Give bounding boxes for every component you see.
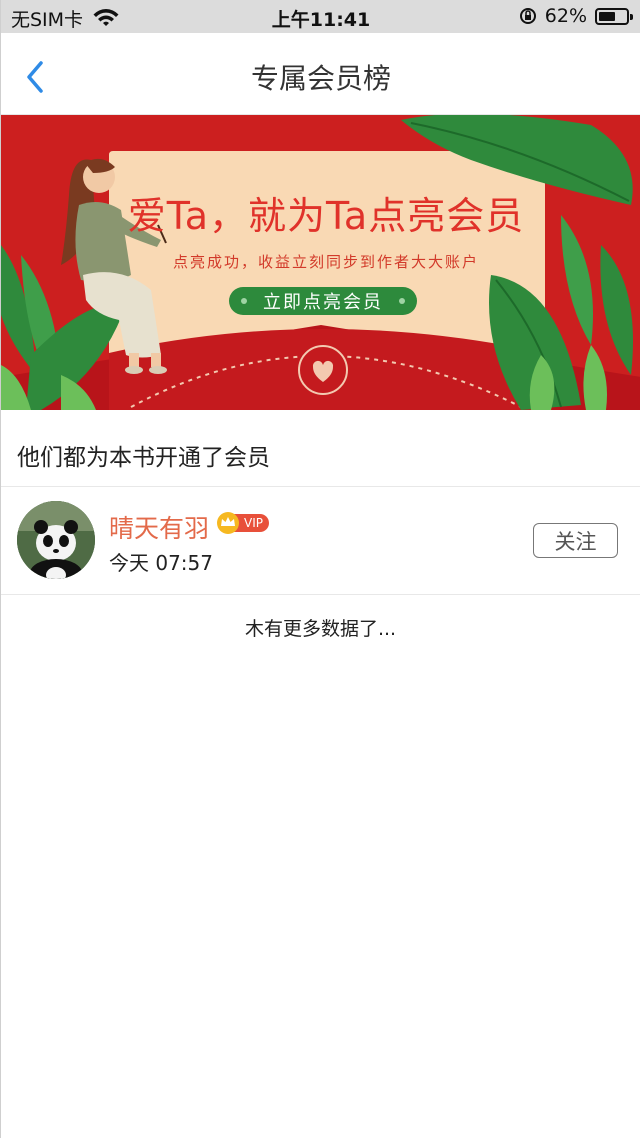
section-title: 他们都为本书开通了会员	[17, 445, 270, 471]
battery-level	[599, 11, 616, 21]
avatar[interactable]	[17, 501, 95, 579]
navigation-bar: 专属会员榜	[1, 33, 640, 115]
battery-percent: 62%	[544, 5, 587, 27]
screen: 无SIM卡 上午11:41 62% 专属会员榜 爱Ta，就为Ta点亮会员 点亮成…	[0, 0, 640, 1138]
follow-button[interactable]: 关注	[533, 523, 618, 558]
vip-badge: VIP	[216, 511, 270, 535]
page-title: 专属会员榜	[250, 62, 391, 95]
member-name[interactable]: 晴天有羽	[109, 509, 209, 545]
member-list-item[interactable]: 晴天有羽 VIP 今天 07:57 关注	[1, 487, 640, 595]
cta-dot-left	[241, 298, 247, 304]
orientation-lock-icon	[519, 8, 536, 24]
member-time: 今天 07:57	[109, 551, 213, 575]
banner-title: 爱Ta，就为Ta点亮会员	[127, 194, 525, 238]
section-header: 他们都为本书开通了会员	[1, 410, 640, 487]
crown-icon	[217, 512, 239, 534]
banner-subtitle: 点亮成功，收益立刻同步到作者大大账户	[172, 253, 479, 271]
cta-dot-right	[399, 298, 405, 304]
status-bar: 无SIM卡 上午11:41 62%	[1, 0, 640, 33]
activate-membership-button[interactable]: 立即点亮会员	[229, 287, 417, 315]
membership-banner[interactable]: 爱Ta，就为Ta点亮会员 点亮成功，收益立刻同步到作者大大账户 立即点亮会员	[1, 115, 640, 410]
battery-cap	[630, 13, 633, 20]
panda-avatar-image	[17, 501, 95, 579]
cta-label: 立即点亮会员	[263, 292, 383, 313]
status-right: 62%	[519, 5, 633, 27]
battery-icon	[595, 7, 633, 25]
no-more-data-text: 木有更多数据了...	[244, 618, 397, 640]
